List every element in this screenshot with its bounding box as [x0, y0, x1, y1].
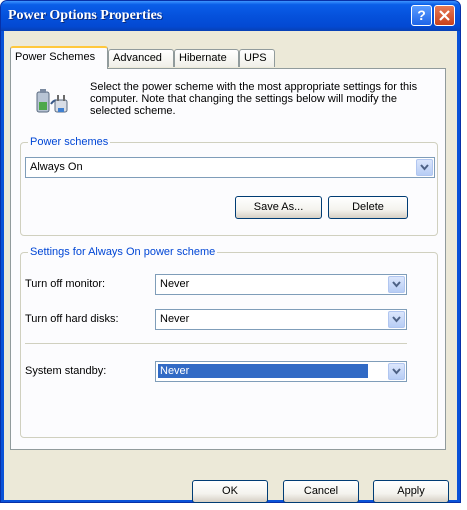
power-schemes-panel: Select the power scheme with the most ap… — [10, 68, 446, 450]
system-standby-value: Never — [158, 364, 368, 378]
chevron-down-icon — [392, 281, 401, 288]
power-schemes-group: Power schemes Always On Save As... Delet… — [20, 136, 438, 236]
chevron-down-icon — [392, 316, 401, 323]
cancel-button[interactable]: Cancel — [283, 480, 359, 503]
power-scheme-select[interactable]: Always On — [25, 157, 435, 178]
settings-separator — [25, 343, 407, 344]
close-icon — [439, 10, 450, 21]
dialog-client-area: Power Schemes Advanced Hibernate UPS Sel… — [4, 31, 457, 503]
chevron-down-icon — [392, 368, 401, 375]
turn-off-monitor-value: Never — [160, 278, 190, 290]
turn-off-monitor-dropdown-button[interactable] — [388, 276, 405, 293]
tab-hibernate[interactable]: Hibernate — [174, 49, 239, 67]
power-scheme-dropdown-button[interactable] — [416, 159, 433, 176]
apply-button[interactable]: Apply — [373, 480, 449, 503]
power-options-window: Power Options Properties ? Power Schemes… — [0, 0, 461, 503]
turn-off-hard-disks-label: Turn off hard disks: — [25, 313, 119, 325]
title-bar[interactable]: Power Options Properties ? — [1, 1, 460, 31]
battery-plug-icon — [36, 89, 68, 113]
intro-text: Select the power scheme with the most ap… — [90, 81, 418, 117]
tab-ups[interactable]: UPS — [239, 49, 275, 67]
power-scheme-value: Always On — [30, 161, 83, 173]
tab-advanced[interactable]: Advanced — [108, 49, 174, 67]
system-standby-select[interactable]: Never — [155, 361, 407, 382]
tab-power-schemes[interactable]: Power Schemes — [10, 46, 108, 69]
system-standby-dropdown-button[interactable] — [388, 363, 405, 380]
power-schemes-group-label: Power schemes — [28, 136, 111, 148]
close-button[interactable] — [434, 5, 455, 26]
delete-button[interactable]: Delete — [328, 196, 408, 219]
save-as-button[interactable]: Save As... — [235, 196, 322, 219]
help-button[interactable]: ? — [411, 5, 432, 26]
ok-button[interactable]: OK — [192, 480, 268, 503]
turn-off-monitor-label: Turn off monitor: — [25, 278, 106, 290]
turn-off-monitor-select[interactable]: Never — [155, 274, 407, 295]
turn-off-hard-disks-dropdown-button[interactable] — [388, 311, 405, 328]
help-icon: ? — [417, 7, 426, 23]
system-standby-label: System standby: — [25, 365, 107, 377]
turn-off-hard-disks-value: Never — [160, 313, 190, 325]
scheme-settings-group-label: Settings for Always On power scheme — [28, 246, 218, 258]
window-title: Power Options Properties — [8, 8, 163, 23]
chevron-down-icon — [420, 164, 429, 171]
turn-off-hard-disks-select[interactable]: Never — [155, 309, 407, 330]
scheme-settings-group: Settings for Always On power scheme Turn… — [20, 246, 438, 438]
